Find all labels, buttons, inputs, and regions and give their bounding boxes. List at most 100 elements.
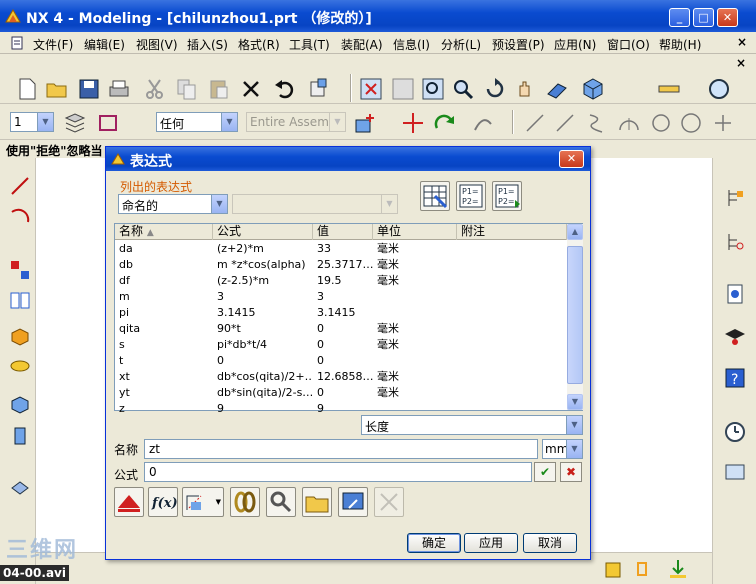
system-icon[interactable] bbox=[723, 460, 747, 484]
document-icon[interactable] bbox=[10, 36, 24, 50]
menu-window[interactable]: 窗口(O) bbox=[607, 36, 650, 53]
menu-help[interactable]: 帮助(H) bbox=[659, 36, 701, 53]
column-header-name[interactable]: 名称 ▲ bbox=[115, 224, 213, 240]
rotate-icon[interactable] bbox=[482, 76, 508, 102]
history-icon[interactable] bbox=[723, 282, 747, 306]
maximize-button[interactable]: □ bbox=[693, 8, 714, 27]
column-header-unit[interactable]: 单位 bbox=[373, 224, 457, 240]
scope-combo[interactable]: Entire Assembly ▼ bbox=[246, 112, 346, 132]
menu-edit[interactable]: 编辑(E) bbox=[84, 36, 125, 53]
feature-icon[interactable] bbox=[8, 474, 32, 498]
menu-analysis[interactable]: 分析(L) bbox=[441, 36, 481, 53]
zoom-window-icon[interactable] bbox=[420, 76, 446, 102]
table-row[interactable]: df (z-2.5)*m 19.5 毫米 bbox=[115, 273, 567, 289]
type-filter-combo[interactable]: 任何 ▼ bbox=[156, 112, 238, 132]
name-input[interactable]: zt bbox=[144, 439, 538, 459]
pan-icon[interactable] bbox=[512, 76, 538, 102]
menu-view[interactable]: 视图(V) bbox=[136, 36, 178, 53]
column-header-value[interactable]: 值 bbox=[313, 224, 373, 240]
copy-icon[interactable] bbox=[174, 76, 200, 102]
cylinder-icon[interactable] bbox=[8, 354, 32, 378]
help-icon[interactable]: ? bbox=[723, 366, 747, 390]
layer-settings-icon[interactable] bbox=[62, 110, 88, 136]
print-icon[interactable] bbox=[106, 76, 132, 102]
table-row[interactable]: t 0 0 bbox=[115, 353, 567, 369]
line-point-icon[interactable] bbox=[552, 110, 578, 136]
zoom-icon[interactable] bbox=[450, 76, 476, 102]
part-navigator-icon[interactable] bbox=[723, 230, 747, 254]
layer-combo[interactable]: 1 ▼ bbox=[10, 112, 54, 132]
menu-assembly[interactable]: 装配(A) bbox=[341, 36, 383, 53]
update-interpart-button[interactable] bbox=[338, 487, 368, 517]
formula-input[interactable]: 0 bbox=[144, 462, 532, 482]
download-icon[interactable] bbox=[666, 557, 690, 581]
table-row[interactable]: qita 90*t 0 毫米 bbox=[115, 321, 567, 337]
menu-preferences[interactable]: 预设置(P) bbox=[492, 36, 545, 53]
book-icon[interactable] bbox=[8, 288, 32, 312]
assembly-navigator-icon[interactable] bbox=[723, 186, 747, 210]
function-button[interactable]: f(x) bbox=[148, 487, 178, 517]
scroll-thumb[interactable] bbox=[567, 246, 583, 384]
table-row[interactable]: pi 3.1415 3.1415 bbox=[115, 305, 567, 321]
block-icon[interactable] bbox=[8, 324, 32, 348]
move-up-button[interactable] bbox=[114, 487, 144, 517]
menu-close-icon[interactable]: × bbox=[737, 35, 747, 49]
table-row[interactable]: db m *z*cos(alpha) 25.3717… 毫米 bbox=[115, 257, 567, 273]
cut-icon[interactable] bbox=[142, 76, 168, 102]
link-part-button[interactable] bbox=[230, 487, 260, 517]
minimize-button[interactable]: _ bbox=[669, 8, 690, 27]
point-icon[interactable] bbox=[710, 110, 736, 136]
menu-info[interactable]: 信息(I) bbox=[393, 36, 430, 53]
ok-button[interactable]: 确定 bbox=[407, 533, 461, 553]
circle-center-icon[interactable] bbox=[678, 110, 704, 136]
column-header-formula[interactable]: 公式 bbox=[213, 224, 313, 240]
unit-combo[interactable]: mm ▼ bbox=[542, 439, 583, 459]
render-style-icon[interactable] bbox=[580, 76, 606, 102]
open-folder-icon[interactable] bbox=[44, 76, 70, 102]
web-icon[interactable] bbox=[706, 76, 732, 102]
zoom-area-icon[interactable] bbox=[390, 76, 416, 102]
spreadsheet-edit-button[interactable] bbox=[420, 181, 450, 211]
select-feature-icon[interactable] bbox=[352, 110, 378, 136]
dialog-close-button[interactable]: ✕ bbox=[559, 150, 584, 168]
selection-filter-icon[interactable] bbox=[96, 110, 122, 136]
menu-tools[interactable]: 工具(T) bbox=[289, 36, 330, 53]
roles-icon[interactable] bbox=[723, 324, 747, 348]
find-reference-button[interactable] bbox=[266, 487, 296, 517]
menu-insert[interactable]: 插入(S) bbox=[187, 36, 228, 53]
cancel-button[interactable]: 取消 bbox=[523, 533, 577, 553]
table-row[interactable]: xt db*cos(qita)/2+… 12.6858… 毫米 bbox=[115, 369, 567, 385]
clock-icon[interactable] bbox=[723, 420, 747, 444]
expression-list[interactable]: 名称 ▲ 公式 值 单位 附注 da (z+2)*m 33 毫米 db m *z*cos(… bbox=[114, 223, 583, 415]
constraint-icon[interactable] bbox=[602, 557, 626, 581]
shaded-view-icon[interactable] bbox=[544, 76, 570, 102]
curve-options-icon[interactable] bbox=[470, 110, 496, 136]
fit-view-icon[interactable] bbox=[358, 76, 384, 102]
column-header-note[interactable]: 附注 bbox=[457, 224, 567, 240]
menu-file[interactable]: 文件(F) bbox=[33, 36, 73, 53]
toolbar-close-icon[interactable]: × bbox=[736, 56, 746, 70]
open-file-button[interactable] bbox=[302, 487, 332, 517]
table-row[interactable]: da (z+2)*m 33 毫米 bbox=[115, 241, 567, 257]
undo-icon[interactable] bbox=[272, 76, 298, 102]
extrude-icon[interactable] bbox=[8, 392, 32, 416]
table-row[interactable]: s pi*db*t/4 0 毫米 bbox=[115, 337, 567, 353]
listed-filter-combo[interactable]: ▼ bbox=[232, 194, 398, 214]
nx-app-icon[interactable] bbox=[5, 8, 21, 24]
export-expressions-button[interactable]: P1= P2= bbox=[492, 181, 522, 211]
revolve-icon[interactable] bbox=[8, 424, 32, 448]
delete-icon[interactable] bbox=[238, 76, 264, 102]
line-tool-icon[interactable] bbox=[8, 174, 32, 198]
new-file-icon[interactable] bbox=[14, 76, 40, 102]
snap-point-icon[interactable] bbox=[400, 110, 426, 136]
arc-tool-icon[interactable] bbox=[8, 204, 32, 228]
save-icon[interactable] bbox=[76, 76, 102, 102]
measure-icon[interactable] bbox=[656, 76, 682, 102]
import-expressions-button[interactable]: P1= P2= bbox=[456, 181, 486, 211]
close-button[interactable]: ✕ bbox=[717, 8, 738, 27]
circle-icon[interactable] bbox=[648, 110, 674, 136]
arc-icon[interactable] bbox=[616, 110, 642, 136]
menu-application[interactable]: 应用(N) bbox=[554, 36, 596, 53]
measure-dropdown-button[interactable]: ▼ bbox=[182, 487, 224, 517]
spline-icon[interactable] bbox=[584, 110, 610, 136]
